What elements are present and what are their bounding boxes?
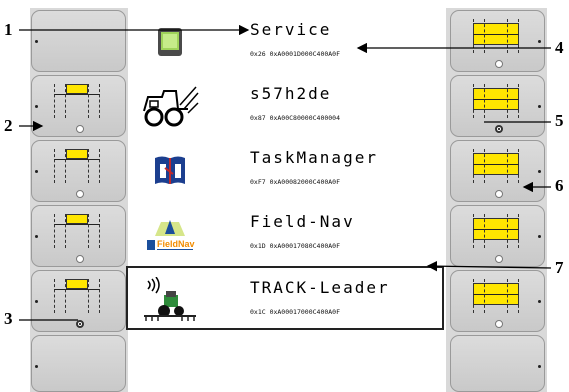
app-name: Service (250, 20, 332, 39)
boom-full-icon (473, 214, 519, 250)
edge-dot (35, 170, 38, 173)
right-softkey-6[interactable] (450, 335, 545, 392)
boom-full-icon (473, 279, 519, 315)
taskmanager-book-icon (140, 146, 200, 194)
app-item-service[interactable]: Service 0x26 0xA0001D000C400A0F (128, 10, 446, 74)
left-softkey-2-server-select[interactable] (31, 75, 126, 137)
callout-7: 7 (555, 258, 564, 277)
left-softkey-1[interactable] (31, 10, 126, 72)
selection-indicator (76, 190, 84, 198)
right-softkey-5[interactable] (450, 270, 545, 332)
boom-section-icon (54, 279, 100, 315)
callout-6: 6 (555, 176, 564, 195)
edge-dot (538, 235, 541, 238)
app-item-taskmanager[interactable]: TaskManager 0xF7 0xA00082000C400A0F (128, 138, 446, 202)
edge-dot (35, 235, 38, 238)
app-item-s57h2de[interactable]: s57h2de 0x87 0xA00C80000C400004 (128, 74, 446, 138)
callout-4: 4 (555, 38, 564, 57)
selection-indicator-active (495, 125, 503, 133)
app-id: 0x1C 0xA00017000C400A0F (250, 308, 341, 316)
app-id: 0x26 0xA0001D000C400A0F (250, 50, 341, 58)
selection-indicator (76, 125, 84, 133)
callout-1: 1 (4, 20, 13, 39)
app-item-track-leader[interactable]: TRACK-Leader 0x1C 0xA00017000C400A0F (126, 266, 444, 330)
left-softkey-3-server-select[interactable] (31, 140, 126, 202)
edge-dot (538, 365, 541, 368)
left-softkey-5-server-select[interactable] (31, 270, 126, 332)
callout-5: 5 (555, 111, 564, 130)
app-id: 0x1D 0xA00017080C400A0F (250, 242, 341, 250)
right-softkey-2[interactable] (450, 75, 545, 137)
callout-2: 2 (4, 116, 13, 135)
sprayer-vehicle-icon (140, 82, 200, 130)
selection-indicator (76, 255, 84, 263)
edge-dot (538, 170, 541, 173)
app-name: TRACK-Leader (250, 278, 390, 297)
edge-dot (538, 300, 541, 303)
app-id: 0xF7 0xA00082000C400A0F (250, 178, 341, 186)
app-list-panel: Service 0x26 0xA0001D000C400A0F s57h2de … (126, 8, 446, 392)
edge-dot (35, 105, 38, 108)
right-softkey-1[interactable] (450, 10, 545, 72)
tractor-sprayer-icon (140, 276, 200, 324)
right-softkey-4[interactable] (450, 205, 545, 267)
app-name: s57h2de (250, 84, 332, 103)
selection-indicator (495, 60, 503, 68)
selection-indicator-active (76, 320, 84, 328)
callout-3: 3 (4, 309, 13, 328)
left-softkey-4-server-select[interactable] (31, 205, 126, 267)
right-softkey-3[interactable] (450, 140, 545, 202)
selection-indicator (495, 320, 503, 328)
app-name: Field-Nav (250, 212, 355, 231)
boom-full-icon (473, 149, 519, 185)
fieldnav-logo-icon: FieldNav (140, 210, 200, 258)
app-name: TaskManager (250, 148, 378, 167)
edge-dot (35, 365, 38, 368)
terminal-icon (140, 18, 200, 66)
boom-full-icon (473, 19, 519, 55)
app-id: 0x87 0xA00C80000C400004 (250, 114, 341, 122)
left-softkey-6[interactable] (31, 335, 126, 392)
boom-full-icon (473, 84, 519, 120)
fieldnav-logo-text: FieldNav (157, 239, 195, 249)
edge-dot (35, 300, 38, 303)
boom-section-icon (54, 214, 100, 250)
edge-dot (35, 40, 38, 43)
selection-indicator (495, 190, 503, 198)
boom-section-icon (54, 84, 100, 120)
app-item-field-nav[interactable]: FieldNav Field-Nav 0x1D 0xA00017080C400A… (128, 202, 446, 266)
edge-dot (538, 105, 541, 108)
boom-section-icon (54, 149, 100, 185)
edge-dot (538, 40, 541, 43)
selection-indicator (495, 255, 503, 263)
